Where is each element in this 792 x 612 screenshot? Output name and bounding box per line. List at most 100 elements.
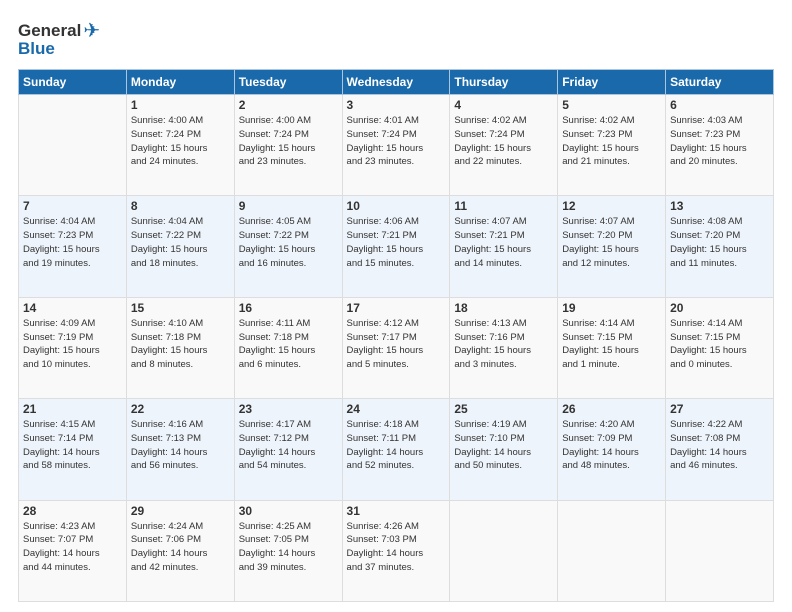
calendar-cell: 8 Sunrise: 4:04 AM Sunset: 7:22 PM Daylig… — [126, 196, 234, 297]
day-info: Sunrise: 4:02 AM Sunset: 7:24 PM Dayligh… — [454, 114, 553, 169]
day-number: 19 — [562, 301, 661, 315]
day-number: 23 — [239, 402, 338, 416]
day-number: 17 — [347, 301, 446, 315]
day-info: Sunrise: 4:11 AM Sunset: 7:18 PM Dayligh… — [239, 317, 338, 372]
day-info: Sunrise: 4:25 AM Sunset: 7:05 PM Dayligh… — [239, 520, 338, 575]
day-info: Sunrise: 4:01 AM Sunset: 7:24 PM Dayligh… — [347, 114, 446, 169]
day-info: Sunrise: 4:16 AM Sunset: 7:13 PM Dayligh… — [131, 418, 230, 473]
day-number: 2 — [239, 98, 338, 112]
day-info: Sunrise: 4:08 AM Sunset: 7:20 PM Dayligh… — [670, 215, 769, 270]
day-number: 15 — [131, 301, 230, 315]
page: General ✈ Blue SundayMondayTuesdayWednes… — [0, 0, 792, 612]
calendar-cell: 1Sunrise: 4:00 AM Sunset: 7:24 PM Daylig… — [126, 95, 234, 196]
day-info: Sunrise: 4:23 AM Sunset: 7:07 PM Dayligh… — [23, 520, 122, 575]
day-info: Sunrise: 4:07 AM Sunset: 7:21 PM Dayligh… — [454, 215, 553, 270]
calendar-cell: 13Sunrise: 4:08 AM Sunset: 7:20 PM Dayli… — [666, 196, 774, 297]
day-number: 3 — [347, 98, 446, 112]
calendar-cell: 2 Sunrise: 4:00 AM Sunset: 7:24 PM Daylig… — [234, 95, 342, 196]
calendar-col-header: Sunday — [19, 70, 127, 95]
calendar-cell: 25 Sunrise: 4:19 AM Sunset: 7:10 PM Dayli… — [450, 399, 558, 500]
day-number: 18 — [454, 301, 553, 315]
day-info: Sunrise: 4:05 AM Sunset: 7:22 PM Dayligh… — [239, 215, 338, 270]
day-number: 12 — [562, 199, 661, 213]
calendar-cell — [450, 500, 558, 601]
day-number: 24 — [347, 402, 446, 416]
calendar-cell: 14 Sunrise: 4:09 AM Sunset: 7:19 PM Dayli… — [19, 297, 127, 398]
calendar-cell — [19, 95, 127, 196]
day-info: Sunrise: 4:00 AM Sunset: 7:24 PM Dayligh… — [239, 114, 338, 169]
calendar-cell: 6 Sunrise: 4:03 AM Sunset: 7:23 PM Daylig… — [666, 95, 774, 196]
calendar-cell: 10Sunrise: 4:06 AM Sunset: 7:21 PM Dayli… — [342, 196, 450, 297]
day-number: 4 — [454, 98, 553, 112]
logo-blue-text: Blue — [18, 39, 55, 59]
day-number: 14 — [23, 301, 122, 315]
day-info: Sunrise: 4:00 AM Sunset: 7:24 PM Dayligh… — [131, 114, 230, 169]
day-number: 28 — [23, 504, 122, 518]
day-number: 5 — [562, 98, 661, 112]
day-number: 7 — [23, 199, 122, 213]
day-info: Sunrise: 4:03 AM Sunset: 7:23 PM Dayligh… — [670, 114, 769, 169]
calendar-cell: 26 Sunrise: 4:20 AM Sunset: 7:09 PM Dayli… — [558, 399, 666, 500]
logo: General ✈ Blue — [18, 18, 100, 59]
day-number: 25 — [454, 402, 553, 416]
day-info: Sunrise: 4:24 AM Sunset: 7:06 PM Dayligh… — [131, 520, 230, 575]
day-info: Sunrise: 4:07 AM Sunset: 7:20 PM Dayligh… — [562, 215, 661, 270]
day-number: 30 — [239, 504, 338, 518]
day-number: 6 — [670, 98, 769, 112]
day-info: Sunrise: 4:19 AM Sunset: 7:10 PM Dayligh… — [454, 418, 553, 473]
calendar-cell: 23Sunrise: 4:17 AM Sunset: 7:12 PM Dayli… — [234, 399, 342, 500]
day-number: 22 — [131, 402, 230, 416]
calendar-cell: 21Sunrise: 4:15 AM Sunset: 7:14 PM Dayli… — [19, 399, 127, 500]
logo-general-text: General — [18, 21, 81, 41]
day-info: Sunrise: 4:09 AM Sunset: 7:19 PM Dayligh… — [23, 317, 122, 372]
calendar-cell — [558, 500, 666, 601]
day-info: Sunrise: 4:12 AM Sunset: 7:17 PM Dayligh… — [347, 317, 446, 372]
day-info: Sunrise: 4:13 AM Sunset: 7:16 PM Dayligh… — [454, 317, 553, 372]
calendar-cell: 27 Sunrise: 4:22 AM Sunset: 7:08 PM Dayli… — [666, 399, 774, 500]
day-number: 31 — [347, 504, 446, 518]
calendar-cell: 12 Sunrise: 4:07 AM Sunset: 7:20 PM Dayli… — [558, 196, 666, 297]
calendar-week-row: 28 Sunrise: 4:23 AM Sunset: 7:07 PM Dayli… — [19, 500, 774, 601]
calendar-cell — [666, 500, 774, 601]
calendar-cell: 4 Sunrise: 4:02 AM Sunset: 7:24 PM Daylig… — [450, 95, 558, 196]
day-info: Sunrise: 4:14 AM Sunset: 7:15 PM Dayligh… — [562, 317, 661, 372]
day-info: Sunrise: 4:14 AM Sunset: 7:15 PM Dayligh… — [670, 317, 769, 372]
calendar-cell: 20 Sunrise: 4:14 AM Sunset: 7:15 PM Dayli… — [666, 297, 774, 398]
calendar-table: SundayMondayTuesdayWednesdayThursdayFrid… — [18, 69, 774, 602]
calendar-cell: 5 Sunrise: 4:02 AM Sunset: 7:23 PM Daylig… — [558, 95, 666, 196]
calendar-cell: 11 Sunrise: 4:07 AM Sunset: 7:21 PM Dayli… — [450, 196, 558, 297]
calendar-week-row: 1Sunrise: 4:00 AM Sunset: 7:24 PM Daylig… — [19, 95, 774, 196]
calendar-header-row: SundayMondayTuesdayWednesdayThursdayFrid… — [19, 70, 774, 95]
calendar-cell: 3 Sunrise: 4:01 AM Sunset: 7:24 PM Daylig… — [342, 95, 450, 196]
calendar-cell: 19 Sunrise: 4:14 AM Sunset: 7:15 PM Dayli… — [558, 297, 666, 398]
day-info: Sunrise: 4:02 AM Sunset: 7:23 PM Dayligh… — [562, 114, 661, 169]
day-info: Sunrise: 4:26 AM Sunset: 7:03 PM Dayligh… — [347, 520, 446, 575]
calendar-col-header: Thursday — [450, 70, 558, 95]
day-info: Sunrise: 4:10 AM Sunset: 7:18 PM Dayligh… — [131, 317, 230, 372]
calendar-cell: 29Sunrise: 4:24 AM Sunset: 7:06 PM Dayli… — [126, 500, 234, 601]
calendar-col-header: Friday — [558, 70, 666, 95]
calendar-cell: 22 Sunrise: 4:16 AM Sunset: 7:13 PM Dayli… — [126, 399, 234, 500]
day-number: 9 — [239, 199, 338, 213]
calendar-cell: 17 Sunrise: 4:12 AM Sunset: 7:17 PM Dayli… — [342, 297, 450, 398]
day-info: Sunrise: 4:20 AM Sunset: 7:09 PM Dayligh… — [562, 418, 661, 473]
day-number: 26 — [562, 402, 661, 416]
calendar-cell: 16 Sunrise: 4:11 AM Sunset: 7:18 PM Dayli… — [234, 297, 342, 398]
logo-bird-icon: ✈ — [83, 18, 100, 43]
day-number: 11 — [454, 199, 553, 213]
day-number: 20 — [670, 301, 769, 315]
calendar-cell: 9 Sunrise: 4:05 AM Sunset: 7:22 PM Daylig… — [234, 196, 342, 297]
calendar-col-header: Wednesday — [342, 70, 450, 95]
day-number: 16 — [239, 301, 338, 315]
calendar-week-row: 21Sunrise: 4:15 AM Sunset: 7:14 PM Dayli… — [19, 399, 774, 500]
calendar-col-header: Tuesday — [234, 70, 342, 95]
day-number: 21 — [23, 402, 122, 416]
calendar-cell: 30 Sunrise: 4:25 AM Sunset: 7:05 PM Dayli… — [234, 500, 342, 601]
header: General ✈ Blue — [18, 18, 774, 59]
day-number: 27 — [670, 402, 769, 416]
day-number: 8 — [131, 199, 230, 213]
day-info: Sunrise: 4:04 AM Sunset: 7:22 PM Dayligh… — [131, 215, 230, 270]
calendar-cell: 15 Sunrise: 4:10 AM Sunset: 7:18 PM Dayli… — [126, 297, 234, 398]
calendar-col-header: Saturday — [666, 70, 774, 95]
day-info: Sunrise: 4:22 AM Sunset: 7:08 PM Dayligh… — [670, 418, 769, 473]
